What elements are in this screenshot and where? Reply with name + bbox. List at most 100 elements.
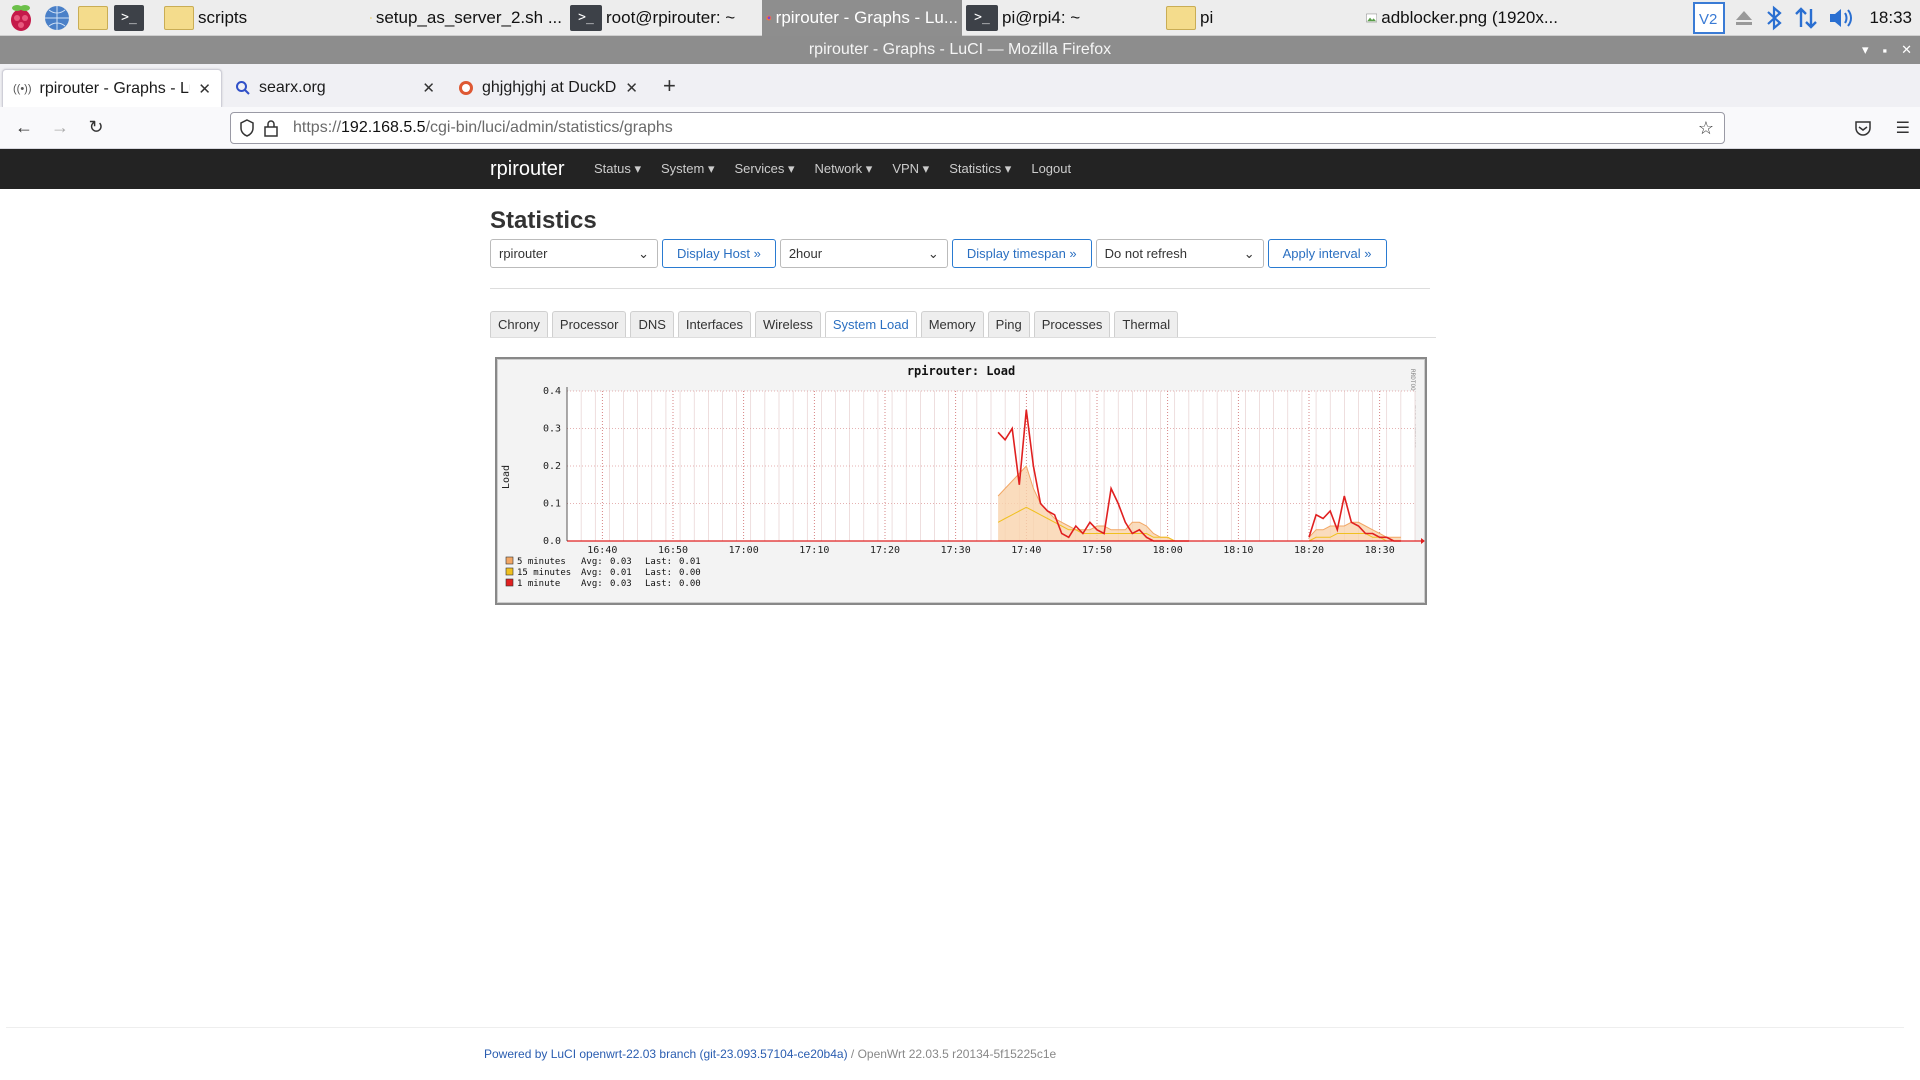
menu-vpn[interactable]: VPN ▾ xyxy=(892,161,929,177)
legend-avg-value: 0.01 xyxy=(610,568,632,578)
folder-icon xyxy=(164,5,194,30)
duckduckgo-icon xyxy=(459,81,473,95)
pocket-icon[interactable] xyxy=(1854,119,1872,137)
browser-tab-luci[interactable]: ((•)) rpirouter - Graphs - LuCI ✕ xyxy=(2,69,222,107)
chevron-down-icon: ⌄ xyxy=(638,245,649,261)
apply-interval-button[interactable]: Apply interval » xyxy=(1267,239,1387,268)
chart-title: rpirouter: Load xyxy=(907,364,1015,378)
vnc-icon[interactable]: V2 xyxy=(1693,1,1726,34)
task-image-viewer[interactable]: adblocker.png (1920x... xyxy=(1362,0,1562,36)
statistics-tabs: Chrony Processor DNS Interfaces Wireless… xyxy=(490,311,1436,338)
reload-icon[interactable]: ↻ xyxy=(78,117,114,138)
tab-thermal[interactable]: Thermal xyxy=(1114,311,1179,337)
x-tick-label: 18:30 xyxy=(1365,545,1395,556)
legend-avg-label: Avg: xyxy=(581,557,603,567)
luci-link[interactable]: Powered by LuCI openwrt-22.03 branch (gi… xyxy=(484,1047,848,1061)
luci-brand[interactable]: rpirouter xyxy=(490,158,564,181)
hamburger-menu-icon[interactable]: ☰ xyxy=(1896,118,1910,138)
volume-icon[interactable] xyxy=(1827,6,1855,30)
legend-last-label: Last: xyxy=(645,568,672,578)
close-tab-icon[interactable]: ✕ xyxy=(198,80,211,98)
menu-status[interactable]: Status ▾ xyxy=(594,161,641,177)
tab-chrony[interactable]: Chrony xyxy=(490,311,548,337)
display-host-button[interactable]: Display Host » xyxy=(662,239,776,268)
firefox-icon xyxy=(766,15,772,20)
task-pi-folder[interactable]: pi xyxy=(1162,0,1362,36)
close-tab-icon[interactable]: ✕ xyxy=(625,79,638,97)
tab-system-load[interactable]: System Load xyxy=(824,311,917,337)
divider xyxy=(490,288,1430,289)
svg-text:V2: V2 xyxy=(1699,11,1717,28)
raspberry-menu-icon[interactable] xyxy=(6,3,36,33)
x-axis-arrow xyxy=(1421,538,1425,544)
legend-last-label: Last: xyxy=(645,579,672,589)
terminal-icon: >_ xyxy=(966,4,998,31)
browser-tab-searx[interactable]: searx.org ✕ xyxy=(225,69,445,107)
tab-processor[interactable]: Processor xyxy=(551,311,627,337)
task-scripts[interactable]: scripts xyxy=(160,0,360,36)
host-select[interactable]: rpirouter ⌄ xyxy=(490,239,658,268)
bluetooth-icon[interactable] xyxy=(1763,5,1785,31)
menu-logout[interactable]: Logout xyxy=(1031,161,1071,177)
graph-controls: rpirouter ⌄ Display Host » 2hour ⌄ Display… xyxy=(490,239,1430,268)
x-tick-label: 18:10 xyxy=(1223,545,1253,556)
task-label: scripts xyxy=(198,7,248,27)
lock-icon[interactable] xyxy=(263,119,279,137)
legend-swatch xyxy=(505,578,514,587)
maximize-icon[interactable]: ▪ xyxy=(1882,43,1887,58)
tab-interfaces[interactable]: Interfaces xyxy=(677,311,751,337)
folder-icon xyxy=(1166,5,1196,30)
tab-memory[interactable]: Memory xyxy=(920,311,984,337)
image-icon xyxy=(1366,13,1378,22)
web-browser-icon[interactable] xyxy=(42,3,72,33)
menu-system[interactable]: System ▾ xyxy=(661,161,714,177)
footer-divider xyxy=(6,1027,1904,1028)
shield-icon[interactable] xyxy=(239,119,255,137)
terminal-launcher-icon[interactable]: >_ xyxy=(114,3,144,33)
tab-title: searx.org xyxy=(259,79,326,96)
network-icon[interactable] xyxy=(1793,5,1819,31)
tab-ping[interactable]: Ping xyxy=(987,311,1030,337)
tab-wireless[interactable]: Wireless xyxy=(755,311,821,337)
menu-network[interactable]: Network ▾ xyxy=(814,161,872,177)
x-tick-label: 16:50 xyxy=(658,545,688,556)
task-root-terminal[interactable]: >_ root@rpirouter: ~ xyxy=(566,0,762,36)
tab-processes[interactable]: Processes xyxy=(1033,311,1111,337)
system-tray: V2 18:33 xyxy=(1693,0,1920,36)
y-tick-label: 0.1 xyxy=(543,499,561,510)
timespan-select[interactable]: 2hour ⌄ xyxy=(779,239,948,268)
forward-icon[interactable]: → xyxy=(42,117,78,138)
tab-dns[interactable]: DNS xyxy=(630,311,674,337)
chart-legend: 5 minutes Avg: 0.03 Last: 0.01 15 minutes Avg:… xyxy=(505,556,701,589)
browser-tab-bar: ((•)) rpirouter - Graphs - LuCI ✕ searx.… xyxy=(0,64,1920,107)
broadcast-icon: ((•)) xyxy=(13,82,32,95)
file-manager-icon[interactable] xyxy=(78,3,108,33)
new-tab-icon[interactable]: + xyxy=(663,73,676,99)
menu-statistics[interactable]: Statistics ▾ xyxy=(949,161,1011,177)
bookmark-star-icon[interactable]: ☆ xyxy=(1698,118,1714,139)
menu-services[interactable]: Services ▾ xyxy=(734,161,794,177)
x-tick-label: 17:20 xyxy=(870,545,900,556)
browser-tab-duckduckgo[interactable]: ghjghjghj at DuckDuckGo ✕ xyxy=(448,69,648,107)
x-tick-label: 17:40 xyxy=(1011,545,1041,556)
minimize-icon[interactable]: ▾ xyxy=(1862,42,1869,58)
task-label: adblocker.png (1920x... xyxy=(1381,7,1558,27)
task-pi-terminal[interactable]: >_ pi@rpi4: ~ xyxy=(962,0,1162,36)
eject-icon[interactable] xyxy=(1733,7,1755,29)
url-text: https://192.168.5.5/cgi-bin/luci/admin/s… xyxy=(293,119,673,136)
task-setup-script[interactable]: setup_as_server_2.sh ... xyxy=(366,0,566,36)
url-bar[interactable]: https://192.168.5.5/cgi-bin/luci/admin/s… xyxy=(230,112,1725,144)
close-tab-icon[interactable]: ✕ xyxy=(422,79,435,97)
search-icon xyxy=(236,81,250,95)
clock: 18:33 xyxy=(1869,7,1912,27)
task-label: pi xyxy=(1200,7,1214,27)
script-icon xyxy=(370,16,372,19)
load-chart-svg: rpirouter: Load Load RRDTOOL / TOBI OETI… xyxy=(501,364,1425,589)
task-firefox[interactable]: rpirouter - Graphs - Lu... xyxy=(762,0,962,36)
window-title: rpirouter - Graphs - LuCI — Mozilla Fire… xyxy=(808,41,1112,58)
close-icon[interactable]: ✕ xyxy=(1901,42,1912,58)
refresh-select[interactable]: Do not refresh ⌄ xyxy=(1095,239,1264,268)
back-icon[interactable]: ← xyxy=(6,117,42,138)
chart-grid xyxy=(566,390,1416,542)
display-timespan-button[interactable]: Display timespan » xyxy=(951,239,1092,268)
